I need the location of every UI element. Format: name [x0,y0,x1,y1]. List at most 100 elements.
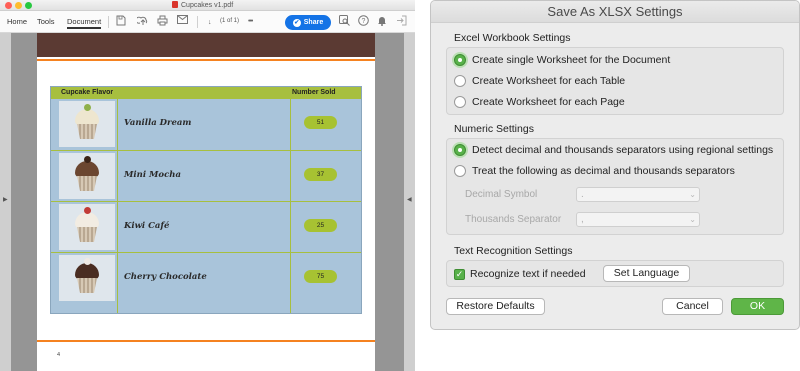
pdf-page: Cupcake Flavor Number Sold Vanilla Dream… [37,33,375,371]
table-row: Kiwi Café 25 [51,201,361,251]
radio-custom-separators[interactable]: Treat the following as decimal and thous… [454,165,735,177]
topping-shape [84,156,91,163]
toolbar-divider [108,16,109,28]
acrobat-toolbar: Home Tools Document ↓ (1 of 1) ••• ✔ Sha… [0,11,415,33]
menu-document[interactable]: Document [67,17,102,29]
save-as-xlsx-dialog: Save As XLSX Settings Excel Workbook Set… [430,0,800,330]
radio-button[interactable] [454,96,466,108]
more-tools-icon[interactable]: ••• [248,16,253,28]
cupcake-table: Cupcake Flavor Number Sold Vanilla Dream… [50,86,362,314]
share-button[interactable]: ✔ Share [285,15,331,30]
radio-button-selected[interactable] [454,144,466,156]
pdf-file-icon [172,1,178,8]
window-title: Cupcakes v1.pdf [172,1,233,9]
acrobat-window: Cupcakes v1.pdf Home Tools Document ↓ (1… [0,0,415,371]
frosting-shape [75,109,99,125]
cupcake-photo-kiwi [59,204,115,250]
flavor-name: Kiwi Café [124,221,170,231]
expand-left-panel-icon[interactable]: ▶ [3,196,8,203]
minimize-window-button[interactable] [15,2,22,9]
liner-shape [77,176,97,191]
radio-label: Create Worksheet for each Page [472,96,625,108]
chevron-down-icon: ⌄ [689,215,696,224]
column-header-sold: Number Sold [292,89,336,96]
window-title-text: Cupcakes v1.pdf [181,2,234,9]
search-icon[interactable] [339,15,350,30]
radio-worksheet-per-page[interactable]: Create Worksheet for each Page [454,96,625,108]
page-indicator[interactable]: (1 of 1) [220,18,239,24]
chevron-down-icon: ⌄ [689,190,696,199]
thousands-separator-label: Thousands Separator [465,214,562,225]
zoom-window-button[interactable] [25,2,32,9]
radio-regional-separators[interactable]: Detect decimal and thousands separators … [454,144,773,156]
cupcake-photo-mocha [59,153,115,199]
sign-in-icon[interactable] [396,15,407,30]
frosting-shape [75,212,99,228]
column-header-flavor: Cupcake Flavor [61,89,114,96]
page-header-band [37,33,375,57]
menu-tools[interactable]: Tools [37,17,55,26]
decimal-symbol-select[interactable]: . ⌄ [576,187,700,202]
radio-label: Create Worksheet for each Table [472,75,626,87]
frosting-shape [75,263,99,279]
cupcake-photo-cherry [59,255,115,301]
menu-home[interactable]: Home [7,17,27,26]
table-row: Vanilla Dream 51 [51,99,361,149]
share-icon: ✔ [292,18,301,27]
sold-value: 75 [304,270,337,283]
radio-single-worksheet[interactable]: Create single Worksheet for the Document [454,54,670,66]
document-viewport[interactable]: ▶ ◀ Cupcake Flavor Number Sold Vanilla D… [0,33,415,371]
radio-button[interactable] [454,165,466,177]
cancel-button[interactable]: Cancel [662,298,723,315]
sold-value: 51 [304,116,337,129]
thousands-separator-select[interactable]: , ⌄ [576,212,700,227]
decimal-symbol-label: Decimal Symbol [465,189,538,200]
window-titlebar: Cupcakes v1.pdf [0,0,415,11]
help-icon[interactable]: ? [358,15,369,30]
radio-button-selected[interactable] [454,54,466,66]
select-value: . [581,189,584,200]
page-nav-arrow-icon[interactable]: ↓ [208,17,212,29]
mail-icon[interactable] [177,15,188,28]
flavor-name: Vanilla Dream [124,118,192,128]
svg-text:?: ? [362,18,366,25]
set-language-button[interactable]: Set Language [603,265,690,282]
radio-button[interactable] [454,75,466,87]
page-top-rule [37,59,375,61]
upload-icon[interactable] [135,15,149,30]
ok-button[interactable]: OK [731,298,784,315]
checkbox-label: Recognize text if needed [470,268,586,280]
table-row: Mini Mocha 37 [51,150,361,200]
restore-defaults-button[interactable]: Restore Defaults [446,298,545,315]
toolbar-divider [197,16,198,28]
radio-label: Detect decimal and thousands separators … [472,144,774,156]
sold-value: 37 [304,168,337,181]
excel-section-label: Excel Workbook Settings [454,32,571,44]
text-recognition-section-label: Text Recognition Settings [454,245,573,257]
topping-shape [84,207,91,214]
radio-worksheet-per-table[interactable]: Create Worksheet for each Table [454,75,625,87]
page-bottom-rule [37,340,375,342]
print-icon[interactable] [157,15,168,30]
left-panel-rail[interactable]: ▶ [0,33,11,371]
cupcake-photo-vanilla [59,101,115,147]
table-header-row: Cupcake Flavor Number Sold [51,87,361,99]
right-panel-rail[interactable]: ◀ [404,33,415,371]
bell-icon[interactable] [377,15,387,30]
liner-shape [77,278,97,293]
topping-shape [84,258,91,265]
select-value: , [581,214,584,225]
radio-label: Create single Worksheet for the Document [472,54,671,66]
numeric-section-label: Numeric Settings [454,123,534,135]
liner-shape [77,227,97,242]
recognize-text-checkbox[interactable]: ✓ [454,268,465,280]
page-number: 4 [57,352,61,358]
table-row: Cherry Chocolate 75 [51,252,361,302]
close-window-button[interactable] [5,2,12,9]
sold-value: 25 [304,219,337,232]
topping-shape [84,104,91,111]
liner-shape [77,124,97,139]
expand-right-panel-icon[interactable]: ◀ [407,196,412,203]
recognize-text-option[interactable]: ✓ Recognize text if needed [454,268,586,280]
save-icon[interactable] [116,15,126,30]
